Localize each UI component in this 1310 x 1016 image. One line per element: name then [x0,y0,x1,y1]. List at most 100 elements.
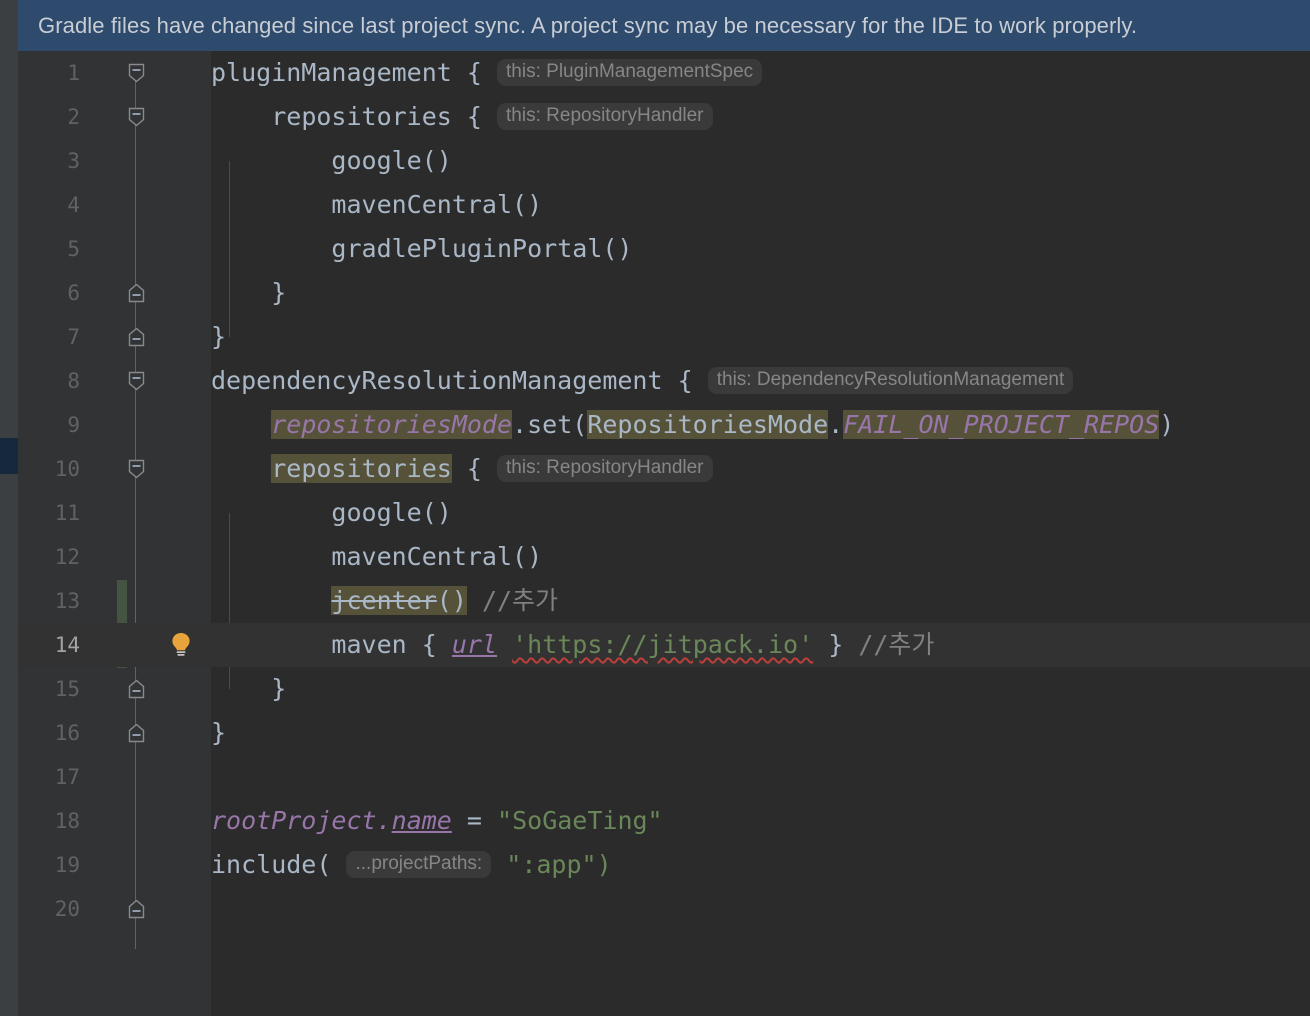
editor-line[interactable]: 6 } [18,271,1310,315]
editor-line[interactable]: 17 [18,755,1310,799]
editor-line[interactable]: 11 google() [18,491,1310,535]
token-url-keyword: url [451,630,498,659]
token-brace-close: } [828,630,844,659]
left-tool-strip[interactable] [0,0,18,1016]
token-dependency-resolution-management: dependencyResolutionManagement [211,366,663,395]
editor-line[interactable]: 4 mavenCentral() [18,183,1310,227]
token-brace-open: { [421,630,437,659]
code-text: google() [211,139,452,183]
token-dot: . [376,806,392,835]
line-number: 9 [67,413,80,437]
code-text: jcenter() //추가 [211,579,558,623]
line-number: 20 [54,897,80,921]
editor-line[interactable]: 20 [18,887,1310,931]
inlay-hint-this-type[interactable]: this: RepositoryHandler [497,103,713,130]
token-name-field: name [391,806,452,835]
token-repositories: repositories [271,102,452,131]
inlay-hint-this-type[interactable]: this: RepositoryHandler [497,455,713,482]
token-brace-close: } [211,322,227,351]
token-comment: //추가 [481,586,559,615]
token-maven: maven [331,630,407,659]
code-text: maven { url 'https://jitpack.io' } //추가 [211,623,934,667]
fold-marker-close-icon[interactable] [128,327,145,347]
token-comment: //추가 [858,630,935,659]
token-brace-close: } [211,718,227,747]
token-brace-open: { [466,102,482,131]
gradle-sync-notification-banner[interactable]: Gradle files have changed since last pro… [18,0,1310,51]
editor-line-current[interactable]: 14 maven { url 'https://jitpack.io' } //… [18,623,1310,667]
token-repositories-mode: repositoriesMode [271,410,513,439]
code-text: mavenCentral() [211,535,542,579]
line-number: 10 [54,457,80,481]
line-number: 14 [54,633,80,657]
code-text: repositoriesMode.set(RepositoriesMode.FA… [211,403,1174,447]
editor-line[interactable]: 8 dependencyResolutionManagement { this:… [18,359,1310,403]
token-dot-set: .set( [512,410,588,439]
token-fail-on-project-repos: FAIL_ON_PROJECT_REPOS [843,410,1160,439]
token-google: google() [331,146,452,175]
token-dot: . [828,410,844,439]
inlay-hint-project-paths[interactable]: ...projectPaths: [346,851,492,878]
line-number: 1 [67,61,80,85]
editor-line[interactable]: 18 rootProject.name = "SoGaeTing" [18,799,1310,843]
fold-marker-close-icon[interactable] [128,899,145,919]
token-jcenter-deprecated: jcenter [331,586,437,615]
code-text: } [211,315,226,359]
editor-line[interactable]: 5 gradlePluginPortal() [18,227,1310,271]
token-plugin-management: pluginManagement [211,58,452,87]
notification-message: Gradle files have changed since last pro… [38,12,1138,38]
inlay-hint-this-type[interactable]: this: DependencyResolutionManagement [707,367,1074,394]
token-repositories-mode-type: RepositoriesMode [587,410,829,439]
line-number: 8 [67,369,80,393]
line-number: 18 [54,809,80,833]
intention-bulb-icon[interactable] [167,630,195,658]
editor-line[interactable]: 1 pluginManagement { this: PluginManagem… [18,51,1310,95]
line-number: 5 [67,237,80,261]
code-text: repositories { this: RepositoryHandler [211,447,713,491]
code-editor[interactable]: 1 pluginManagement { this: PluginManagem… [18,51,1310,1016]
left-strip-marker[interactable] [0,438,18,474]
line-number: 12 [54,545,80,569]
fold-marker-close-icon[interactable] [128,723,145,743]
editor-line[interactable]: 15 } [18,667,1310,711]
editor-line[interactable]: 9 repositoriesMode.set(RepositoriesMode.… [18,403,1310,447]
token-include: include( [211,850,332,879]
token-google: google() [331,498,452,527]
code-text: dependencyResolutionManagement { this: D… [211,359,1074,403]
fold-marker-open-icon[interactable] [128,371,145,391]
code-text: google() [211,491,452,535]
token-brace-open: { [466,454,482,483]
editor-line[interactable]: 19 include( ...projectPaths: ":app") [18,843,1310,887]
code-text: repositories { this: RepositoryHandler [211,95,713,139]
token-equals: = [466,806,482,835]
token-project-name: "SoGaeTing" [497,806,663,835]
line-number: 4 [67,193,80,217]
code-text: pluginManagement { this: PluginManagemen… [211,51,763,95]
line-number: 2 [67,105,80,129]
editor-line[interactable]: 16 } [18,711,1310,755]
fold-marker-close-icon[interactable] [128,283,145,303]
line-number: 6 [67,281,80,305]
editor-line[interactable]: 3 google() [18,139,1310,183]
editor-line[interactable]: 12 mavenCentral() [18,535,1310,579]
token-jcenter-parens: () [436,586,467,615]
editor-line[interactable]: 2 repositories { this: RepositoryHandler [18,95,1310,139]
editor-line[interactable]: 10 repositories { this: RepositoryHandle… [18,447,1310,491]
fold-marker-open-icon[interactable] [128,107,145,127]
fold-marker-open-icon[interactable] [128,63,145,83]
line-number: 7 [67,325,80,349]
token-maven-central: mavenCentral() [331,542,543,571]
line-number: 19 [54,853,80,877]
token-app-module: ":app") [506,850,612,879]
token-root-project: rootProject [211,806,377,835]
token-gradle-plugin-portal: gradlePluginPortal() [331,234,633,263]
line-number: 16 [54,721,80,745]
code-text: rootProject.name = "SoGaeTing" [211,799,663,843]
inlay-hint-this-type[interactable]: this: PluginManagementSpec [497,59,763,86]
token-close-paren: ) [1159,410,1175,439]
fold-marker-close-icon[interactable] [128,679,145,699]
token-brace-close: } [271,674,287,703]
editor-line[interactable]: 13 jcenter() //추가 [18,579,1310,623]
fold-marker-open-icon[interactable] [128,459,145,479]
editor-line[interactable]: 7 } [18,315,1310,359]
